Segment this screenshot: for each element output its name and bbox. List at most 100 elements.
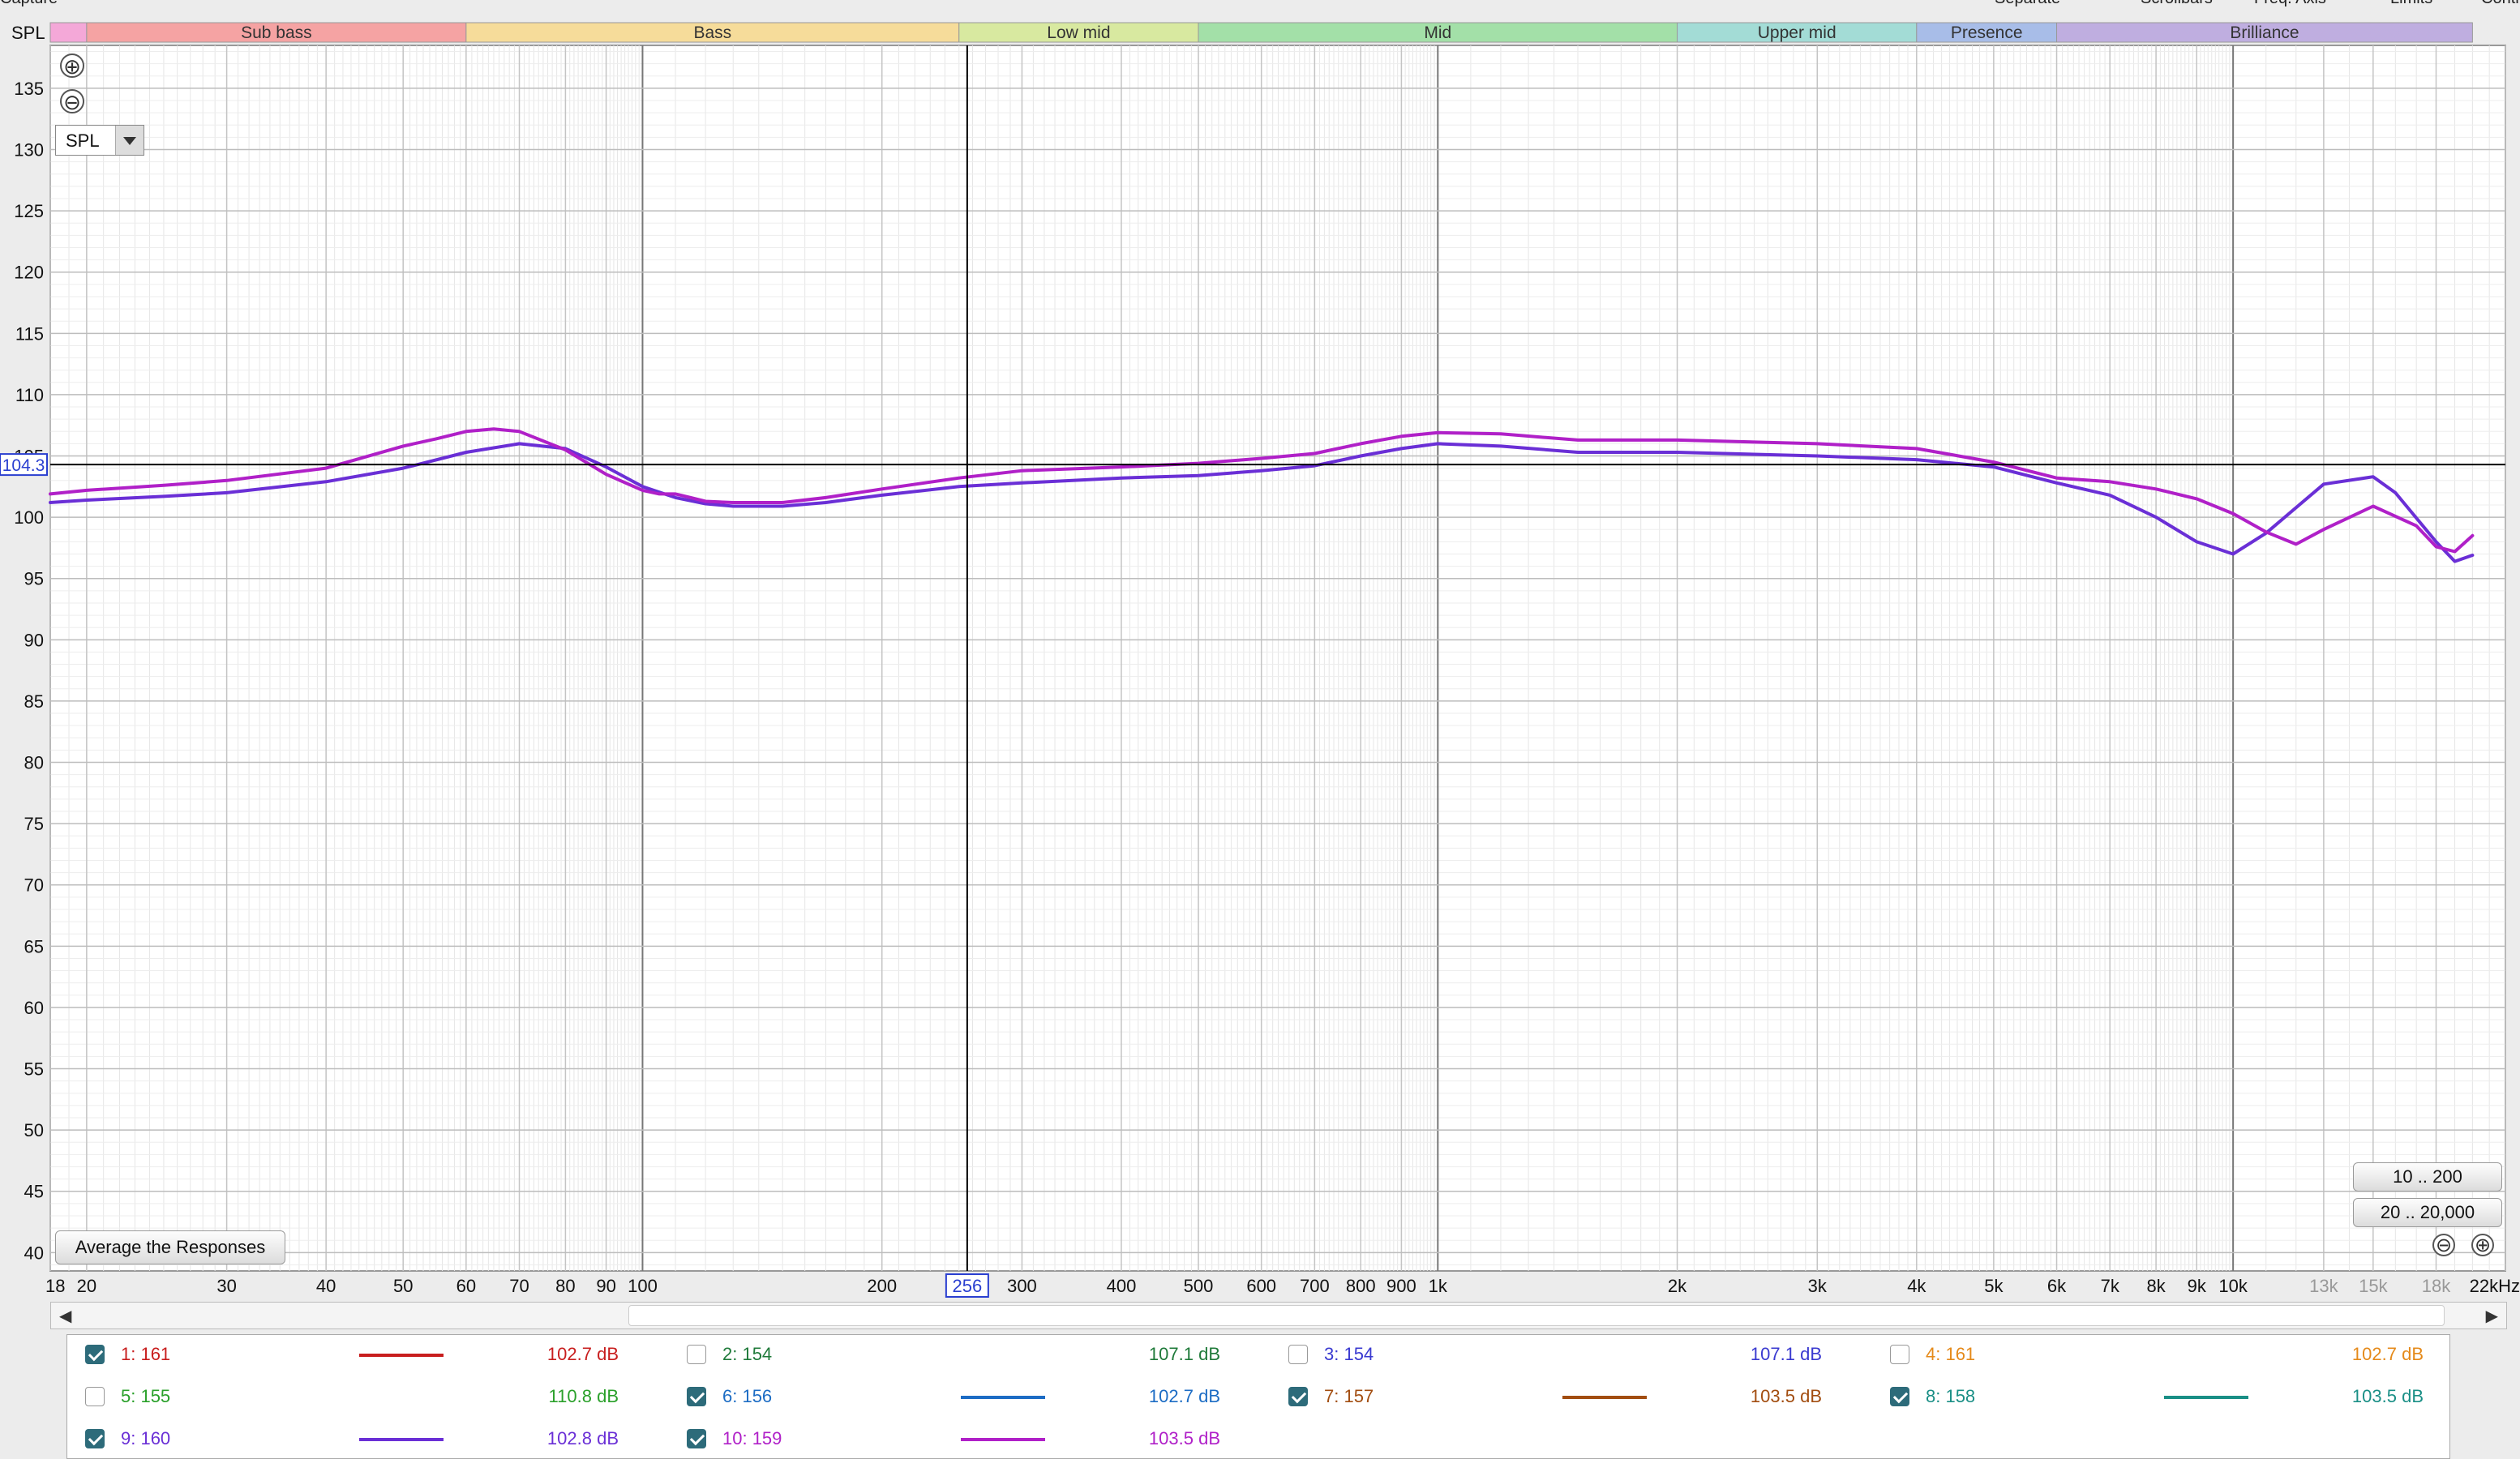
- y-tick-label: 110: [15, 385, 44, 405]
- frequency-band-label: Sub bass: [241, 24, 312, 42]
- legend-line-swatch: [961, 1396, 1045, 1399]
- legend-checkbox[interactable]: [687, 1345, 706, 1364]
- legend-checkbox[interactable]: [1288, 1387, 1308, 1406]
- legend-item: 5: 155 110.8 dB: [75, 1380, 659, 1413]
- y-tick-label: 65: [24, 936, 44, 956]
- legend-item: 4: 161 102.7 dB: [1880, 1338, 2464, 1371]
- legend-item: 3: 154 107.1 dB: [1279, 1338, 1862, 1371]
- y-tick-label: 95: [24, 569, 44, 589]
- legend-item-name: 3: 154: [1324, 1344, 1374, 1364]
- spl-selector[interactable]: SPL: [55, 125, 144, 156]
- x-tick-label: 70: [509, 1276, 529, 1296]
- legend-item-name: 10: 159: [722, 1428, 782, 1448]
- range-10-200-button[interactable]: 10 .. 200: [2353, 1162, 2502, 1192]
- legend-item-name: 2: 154: [722, 1344, 773, 1364]
- x-tick-label: 22kHz: [2470, 1276, 2520, 1296]
- cursor-spl-readout: 104.3: [2, 456, 45, 475]
- legend-item-value: 107.1 dB: [1750, 1344, 1822, 1364]
- x-tick-label: 8k: [2146, 1276, 2166, 1296]
- legend-checkbox[interactable]: [687, 1429, 706, 1448]
- horizontal-scrollbar[interactable]: ◀ ▶: [50, 1302, 2507, 1329]
- y-tick-label: 125: [14, 201, 44, 221]
- legend-line-swatch: [2164, 1396, 2248, 1399]
- horizontal-zoom-in-icon[interactable]: ⊕: [2471, 1234, 2494, 1256]
- x-tick-label: 100: [628, 1276, 658, 1296]
- x-tick-label: 20: [77, 1276, 96, 1296]
- legend-item-name: 8: 158: [1926, 1386, 1976, 1406]
- zoom-in-icon[interactable]: ⊕: [60, 53, 84, 78]
- scroll-right-icon[interactable]: ▶: [2486, 1306, 2498, 1326]
- legend-line-swatch: [1562, 1396, 1647, 1399]
- y-tick-label: 120: [14, 263, 44, 283]
- y-tick-label: 70: [24, 875, 44, 896]
- y-tick-label: 55: [24, 1059, 44, 1080]
- legend-item-name: 4: 161: [1926, 1344, 1976, 1364]
- legend-checkbox[interactable]: [85, 1429, 105, 1448]
- y-tick-label: 130: [14, 140, 44, 160]
- spl-selector-label: SPL: [66, 130, 100, 151]
- x-tick-label: 800: [1346, 1276, 1376, 1296]
- horizontal-zoom-out-icon[interactable]: ⊖: [2432, 1234, 2455, 1256]
- y-tick-label: 115: [15, 323, 44, 344]
- legend-item-name: 9: 160: [121, 1428, 171, 1448]
- legend-item-value: 102.7 dB: [2351, 1344, 2424, 1364]
- x-tick-label: 90: [596, 1276, 615, 1296]
- legend-item-value: 102.7 dB: [546, 1344, 619, 1364]
- legend-item-value: 110.8 dB: [548, 1386, 619, 1406]
- y-tick-label: 135: [14, 79, 44, 99]
- header-option-label: Controls: [2481, 0, 2520, 7]
- average-responses-button[interactable]: Average the Responses: [55, 1230, 285, 1264]
- frequency-band-label: Brilliance: [2230, 24, 2299, 42]
- legend-item-value: 107.1 dB: [1148, 1344, 1220, 1364]
- frequency-band-label: Presence: [1951, 24, 2023, 42]
- y-tick-label: 85: [24, 691, 44, 712]
- legend-item-value: 103.5 dB: [1750, 1386, 1822, 1406]
- legend-item-value: 102.8 dB: [546, 1428, 619, 1448]
- frequency-response-chart[interactable]: Capture Separate Scrollbars Freq. Axis Limit…: [0, 0, 2520, 1459]
- legend-checkbox[interactable]: [687, 1387, 706, 1406]
- x-tick-label: 900: [1386, 1276, 1416, 1296]
- legend-item-value: 103.5 dB: [2351, 1386, 2424, 1406]
- x-tick-label: 60: [456, 1276, 476, 1296]
- x-tick-label: 5k: [1984, 1276, 2004, 1296]
- legend-item: 1: 161 102.7 dB: [75, 1338, 659, 1371]
- y-tick-label: 45: [24, 1182, 44, 1202]
- legend-item: 2: 154 107.1 dB: [677, 1338, 1261, 1371]
- legend-checkbox[interactable]: [85, 1345, 105, 1364]
- scroll-left-icon[interactable]: ◀: [59, 1306, 71, 1326]
- legend-line-swatch: [359, 1438, 444, 1441]
- frequency-band-label: Low mid: [1047, 24, 1110, 42]
- legend-item-name: 6: 156: [722, 1386, 773, 1406]
- x-tick-label: 500: [1184, 1276, 1214, 1296]
- x-tick-label: 300: [1007, 1276, 1037, 1296]
- y-tick-label: 40: [24, 1243, 44, 1263]
- header-option-label: Separate: [1995, 0, 2060, 7]
- y-tick-label: 80: [24, 753, 44, 773]
- legend-item-name: 7: 157: [1324, 1386, 1374, 1406]
- range-20-20000-button[interactable]: 20 .. 20,000: [2353, 1198, 2502, 1227]
- legend-checkbox[interactable]: [1890, 1345, 1909, 1364]
- legend-checkbox[interactable]: [1288, 1345, 1308, 1364]
- scrollbar-thumb[interactable]: [628, 1305, 2445, 1326]
- y-tick-label: 50: [24, 1120, 44, 1140]
- header-capture-label: Capture: [0, 0, 58, 7]
- y-tick-label: 90: [24, 630, 44, 650]
- legend-item-value: 103.5 dB: [1148, 1428, 1220, 1448]
- zoom-out-icon[interactable]: ⊖: [60, 89, 84, 113]
- cursor-freq-readout: 256: [953, 1276, 983, 1296]
- legend-item-value: 102.7 dB: [1148, 1386, 1220, 1406]
- header-option-label: Freq. Axis: [2254, 0, 2326, 7]
- legend-item: 6: 156 102.7 dB: [677, 1380, 1261, 1413]
- y-tick-label: 75: [24, 814, 44, 834]
- x-tick-label: 30: [216, 1276, 236, 1296]
- x-tick-label: 13k: [2309, 1276, 2338, 1296]
- legend-line-swatch: [961, 1438, 1045, 1441]
- legend-item-name: 5: 155: [121, 1386, 171, 1406]
- chevron-down-icon[interactable]: [115, 126, 144, 155]
- legend-checkbox[interactable]: [1890, 1387, 1909, 1406]
- x-tick-label: 18k: [2422, 1276, 2451, 1296]
- legend-item: 10: 159 103.5 dB: [677, 1423, 1261, 1455]
- x-tick-label: 40: [316, 1276, 336, 1296]
- header-option-label: Scrollbars: [2141, 0, 2213, 7]
- legend-checkbox[interactable]: [85, 1387, 105, 1406]
